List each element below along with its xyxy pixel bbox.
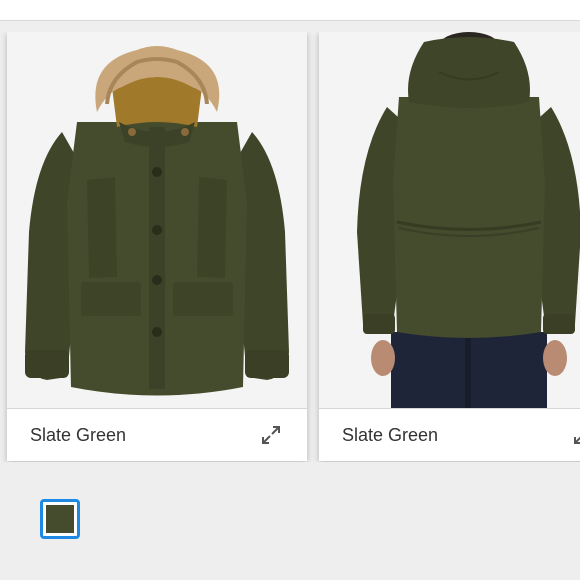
color-swatch-slate-green[interactable] — [40, 499, 80, 539]
jacket-front-photo[interactable] — [7, 32, 307, 408]
swatch-color-fill — [46, 505, 74, 533]
product-image-card-front[interactable]: Slate Green — [7, 32, 307, 461]
expand-icon[interactable] — [260, 424, 282, 446]
top-bar — [0, 0, 580, 21]
product-image-carousel[interactable]: Slate Green Slate Green — [0, 32, 580, 462]
jacket-back-photo[interactable] — [319, 32, 580, 408]
image-caption: Slate Green — [7, 408, 307, 461]
image-caption: Slate Green — [319, 408, 580, 461]
expand-icon[interactable] — [572, 424, 580, 446]
color-label: Slate Green — [342, 425, 439, 445]
product-image-card-back[interactable]: Slate Green — [319, 32, 580, 461]
color-label: Slate Green — [30, 425, 127, 445]
